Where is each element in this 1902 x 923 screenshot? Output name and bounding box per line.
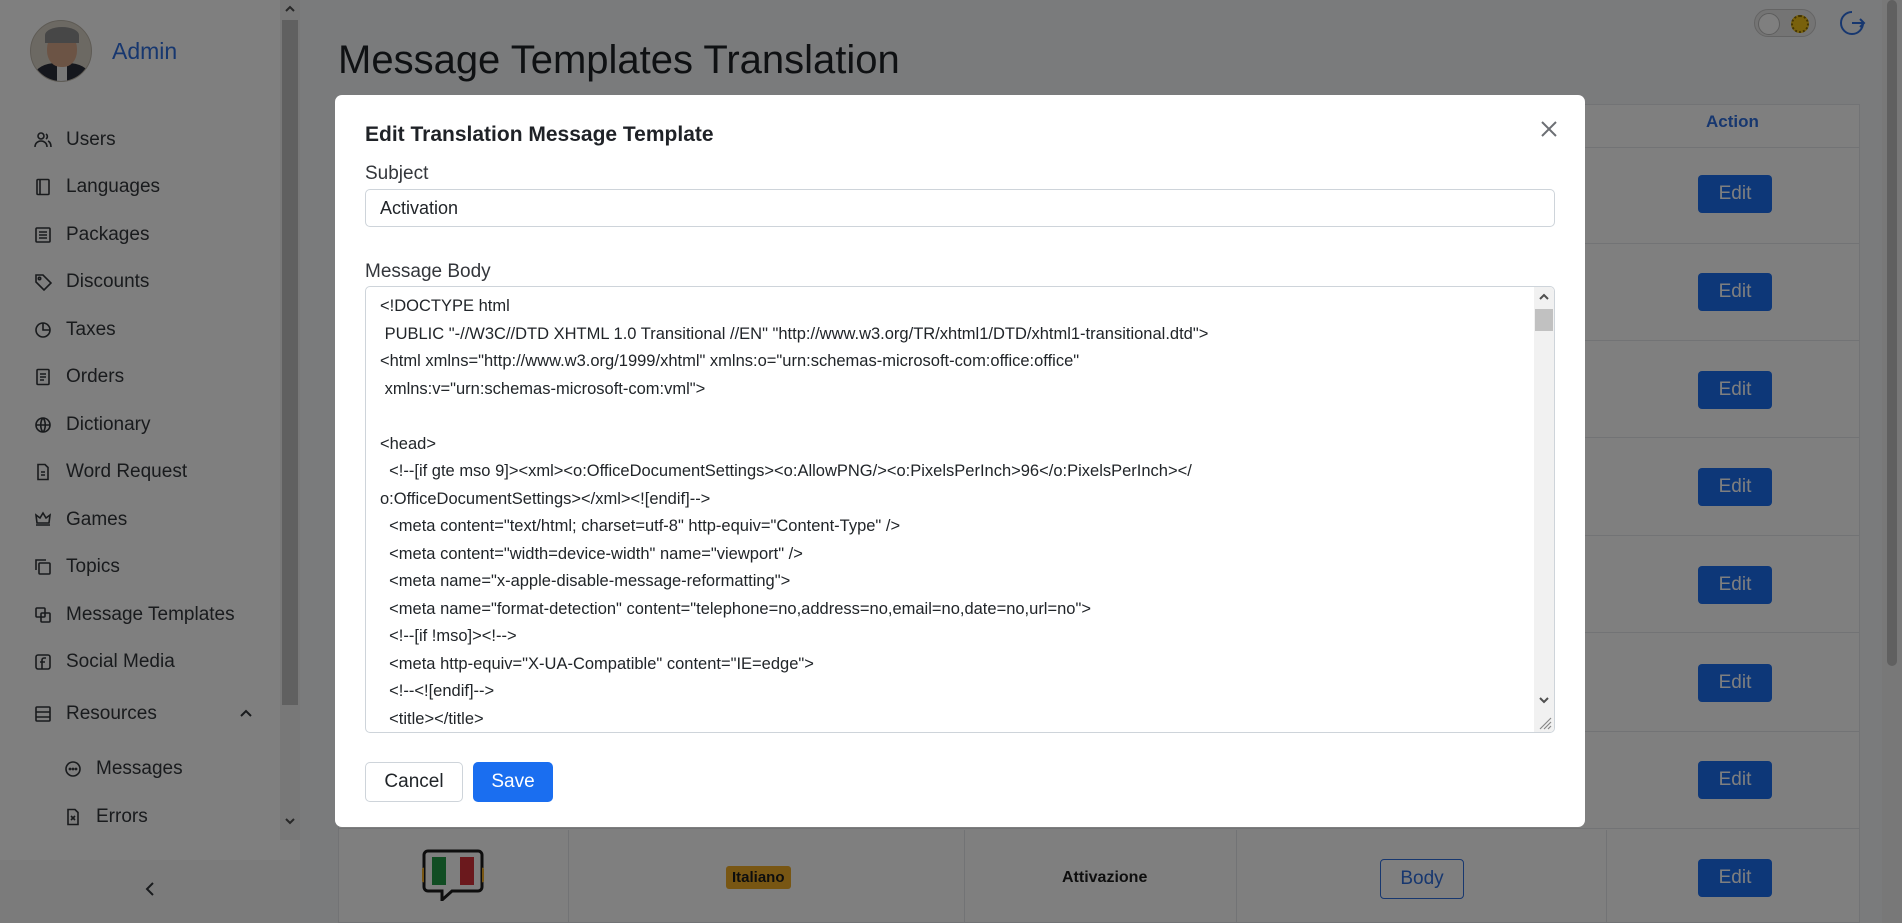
scroll-down-icon[interactable] [1538,693,1550,705]
code-line: <html xmlns="http://www.w3.org/1999/xhtm… [380,352,1080,370]
message-body-content: <!DOCTYPE html PUBLIC "-//W3C//DTD XHTML… [380,293,1530,732]
code-line: <!--<![endif]--> [380,682,495,700]
modal-title: Edit Translation Message Template [365,123,714,146]
code-line: <title></title> [380,709,484,728]
subject-input[interactable] [365,189,1555,227]
code-line: <!--[if gte mso 9]><xml><o:OfficeDocumen… [380,462,1192,480]
cancel-button[interactable]: Cancel [365,762,463,802]
edit-translation-modal: Edit Translation Message Template Subjec… [335,95,1585,827]
code-line: PUBLIC "-//W3C//DTD XHTML 1.0 Transition… [380,324,1209,343]
scroll-up-icon[interactable] [1538,290,1550,302]
code-line: <meta http-equiv="X-UA-Compatible" conte… [380,654,814,673]
textarea-scrollbar[interactable] [1534,287,1554,732]
code-line: <meta name="format-detection" content="t… [380,599,1091,618]
code-line: <!DOCTYPE html [380,297,510,315]
message-body-label: Message Body [365,261,491,282]
message-body-textarea[interactable]: <!DOCTYPE html PUBLIC "-//W3C//DTD XHTML… [365,286,1555,733]
textarea-scrollbar-thumb[interactable] [1535,309,1553,331]
code-line: o:OfficeDocumentSettings></xml><![endif]… [380,489,711,508]
code-line: <head> [380,434,436,453]
close-icon[interactable] [1538,118,1560,140]
code-line: <meta content="width=device-width" name=… [380,544,803,563]
code-line: <meta name="x-apple-disable-message-refo… [380,572,791,590]
code-line: <meta content="text/html; charset=utf-8"… [380,517,901,535]
resize-handle-icon[interactable] [1538,716,1552,730]
save-button[interactable]: Save [473,762,553,802]
subject-label: Subject [365,163,429,184]
code-line: xmlns:v="urn:schemas-microsoft-com:vml"> [380,379,706,398]
code-line: <!--[if !mso]><!--> [380,627,517,645]
